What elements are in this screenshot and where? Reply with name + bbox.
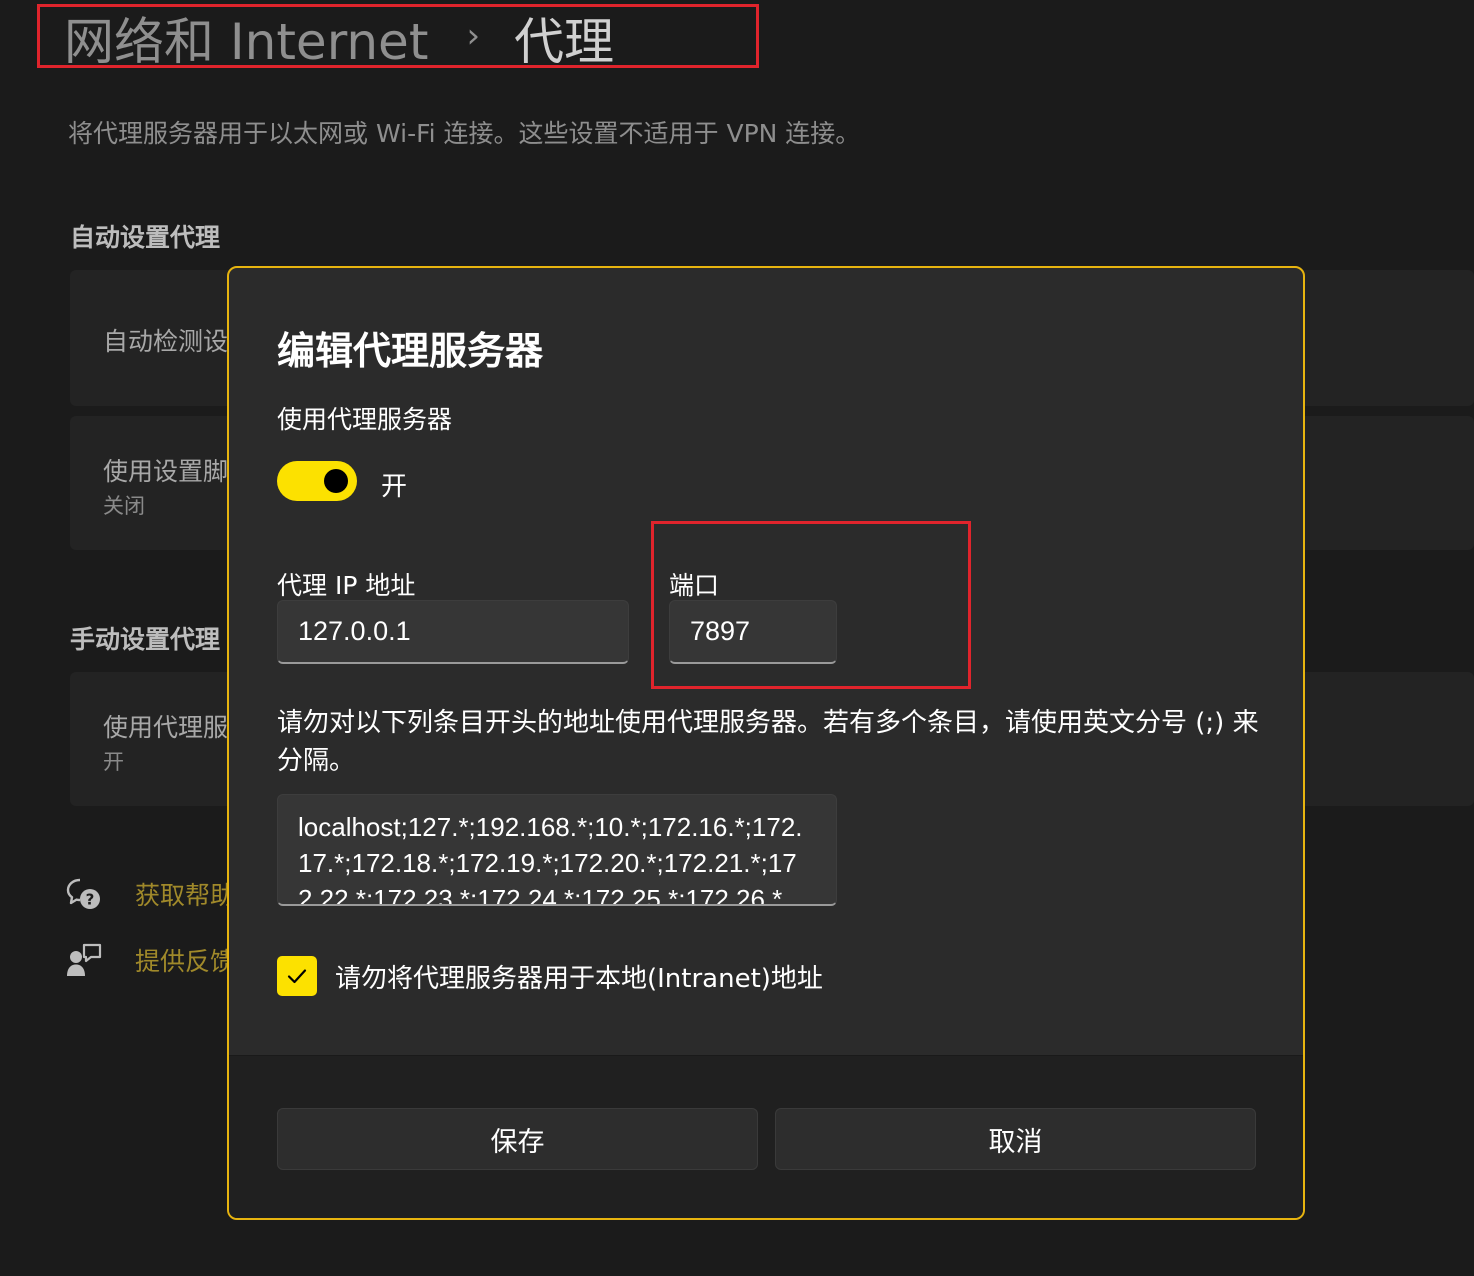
use-proxy-toggle[interactable]: [277, 461, 357, 501]
auto-section-title: 自动设置代理: [70, 223, 221, 252]
checkmark-icon: [287, 969, 307, 984]
ip-label: 代理 IP 地址: [277, 571, 416, 600]
setup-script-label: 使用设置脚: [103, 457, 229, 486]
give-feedback-label: 提供反馈: [135, 947, 236, 976]
page-description: 将代理服务器用于以太网或 Wi-Fi 连接。这些设置不适用于 VPN 连接。: [68, 119, 861, 148]
ip-address-input[interactable]: [277, 600, 629, 664]
manual-proxy-label: 使用代理服: [103, 713, 229, 742]
svg-text:?: ?: [86, 891, 95, 909]
use-proxy-label: 使用代理服务器: [277, 405, 453, 434]
port-input[interactable]: [669, 600, 837, 664]
dialog-title: 编辑代理服务器: [277, 329, 544, 373]
breadcrumb: 网络和 Internet › 代理: [64, 8, 614, 71]
get-help-link[interactable]: ? 获取帮助: [66, 874, 235, 914]
exclusion-description: 请勿对以下列条目开头的地址使用代理服务器。若有多个条目，请使用英文分号 (;) …: [277, 708, 1259, 776]
breadcrumb-parent[interactable]: 网络和 Internet: [64, 2, 428, 74]
chevron-right-icon: ›: [466, 16, 481, 56]
feedback-person-icon: [67, 943, 102, 976]
setup-script-state: 关闭: [103, 494, 145, 518]
get-help-label: 获取帮助: [135, 881, 236, 910]
manual-section-title: 手动设置代理: [70, 625, 221, 654]
manual-proxy-state: 开: [103, 750, 124, 774]
give-feedback-link[interactable]: 提供反馈: [66, 940, 235, 980]
help-chat-icon: ?: [66, 878, 100, 909]
exclusion-list-input[interactable]: localhost;127.*;192.168.*;10.*;172.16.*;…: [277, 794, 837, 906]
auto-detect-label: 自动检测设: [103, 327, 229, 356]
cancel-button[interactable]: 取消: [775, 1108, 1256, 1170]
local-bypass-label: 请勿将代理服务器用于本地(Intranet)地址: [335, 964, 823, 994]
local-bypass-checkbox[interactable]: [277, 956, 317, 996]
breadcrumb-current: 代理: [514, 13, 615, 71]
save-button[interactable]: 保存: [277, 1108, 758, 1170]
edit-proxy-dialog: 编辑代理服务器 使用代理服务器 开 代理 IP 地址 端口 请勿对以下列条目开头…: [227, 266, 1305, 1220]
toggle-state-label: 开: [381, 472, 408, 502]
toggle-knob: [324, 469, 348, 493]
port-label: 端口: [669, 571, 720, 600]
